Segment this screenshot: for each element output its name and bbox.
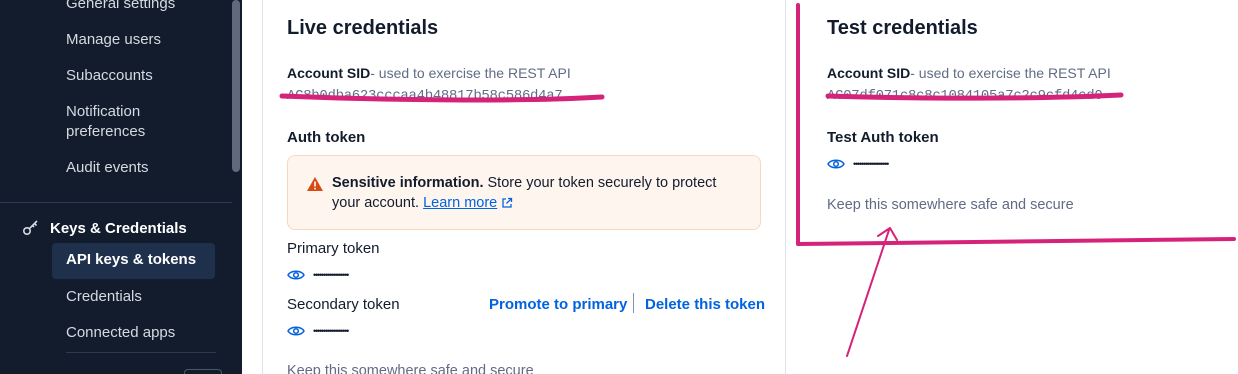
account-sid-label: Account SID — [287, 65, 371, 81]
test-credentials-title: Test credentials — [827, 17, 978, 39]
test-account-sid-value[interactable]: AC07df071c8c8c1084105a7c2c9cfd4cd0 — [827, 88, 1103, 104]
primary-token-label: Primary token — [287, 240, 380, 257]
sidebar-item-api-keys-tokens[interactable]: API keys & tokens — [52, 243, 215, 279]
alert-title: Sensitive information. — [332, 175, 484, 191]
secondary-token-masked: •••••••••••••••••• — [313, 326, 349, 336]
primary-token-masked: •••••••••••••••••• — [313, 270, 349, 280]
sidebar-scrollbar[interactable] — [232, 0, 240, 172]
sidebar: General settings Manage users Subaccount… — [0, 0, 242, 374]
sidebar-divider-bottom — [66, 352, 216, 353]
test-token-masked: •••••••••••••••••• — [853, 159, 889, 169]
learn-more-link[interactable]: Learn more — [423, 195, 497, 211]
account-sid-hint: - used to exercise the REST API — [910, 65, 1111, 81]
test-account-sid-label: Account SID- used to exercise the REST A… — [827, 65, 1111, 81]
primary-token-row: •••••••••••••••••• — [287, 269, 349, 281]
sidebar-item-subaccounts[interactable]: Subaccounts — [66, 66, 153, 86]
live-account-sid-value[interactable]: AC8b0dba623cccaa4b48817b58c586d4a7 — [287, 88, 563, 104]
sidebar-item-credentials[interactable]: Credentials — [66, 287, 142, 307]
sidebar-section-keys-credentials[interactable]: Keys & Credentials — [22, 219, 187, 237]
test-auth-token-label: Test Auth token — [827, 129, 939, 146]
live-help-text: Keep this somewhere safe and secure — [287, 363, 534, 374]
sidebar-divider — [0, 202, 232, 203]
eye-icon[interactable] — [287, 269, 305, 281]
sensitive-info-alert: Sensitive information. Store your token … — [287, 155, 761, 230]
sidebar-item-notification-preferences[interactable]: Notification preferences — [66, 102, 216, 142]
test-help-text: Keep this somewhere safe and secure — [827, 197, 1074, 213]
account-sid-hint: - used to exercise the REST API — [370, 65, 571, 81]
sidebar-item-audit-events[interactable]: Audit events — [66, 158, 149, 178]
live-credentials-title: Live credentials — [287, 17, 439, 39]
action-separator — [633, 293, 634, 313]
secondary-token-label: Secondary token — [287, 296, 400, 313]
sidebar-collapse-button[interactable] — [184, 369, 222, 374]
sidebar-item-general-settings[interactable]: General settings — [66, 0, 175, 14]
sidebar-section-label: Keys & Credentials — [50, 219, 187, 237]
warning-icon — [307, 177, 323, 191]
live-auth-token-label: Auth token — [287, 129, 366, 146]
key-icon — [22, 220, 38, 236]
account-sid-label: Account SID — [827, 65, 911, 81]
delete-token-button[interactable]: Delete this token — [645, 296, 765, 313]
eye-icon[interactable] — [287, 325, 305, 337]
alert-message: Sensitive information. Store your token … — [332, 173, 742, 213]
eye-icon[interactable] — [827, 158, 845, 170]
sidebar-item-label: API keys & tokens — [66, 251, 197, 268]
secondary-token-row: •••••••••••••••••• — [287, 325, 349, 337]
promote-to-primary-button[interactable]: Promote to primary — [489, 296, 627, 313]
test-token-row: •••••••••••••••••• — [827, 158, 889, 170]
external-link-icon — [502, 197, 513, 208]
live-account-sid-label: Account SID- used to exercise the REST A… — [287, 65, 571, 81]
sidebar-item-manage-users[interactable]: Manage users — [66, 30, 161, 50]
sidebar-item-connected-apps[interactable]: Connected apps — [66, 323, 175, 343]
